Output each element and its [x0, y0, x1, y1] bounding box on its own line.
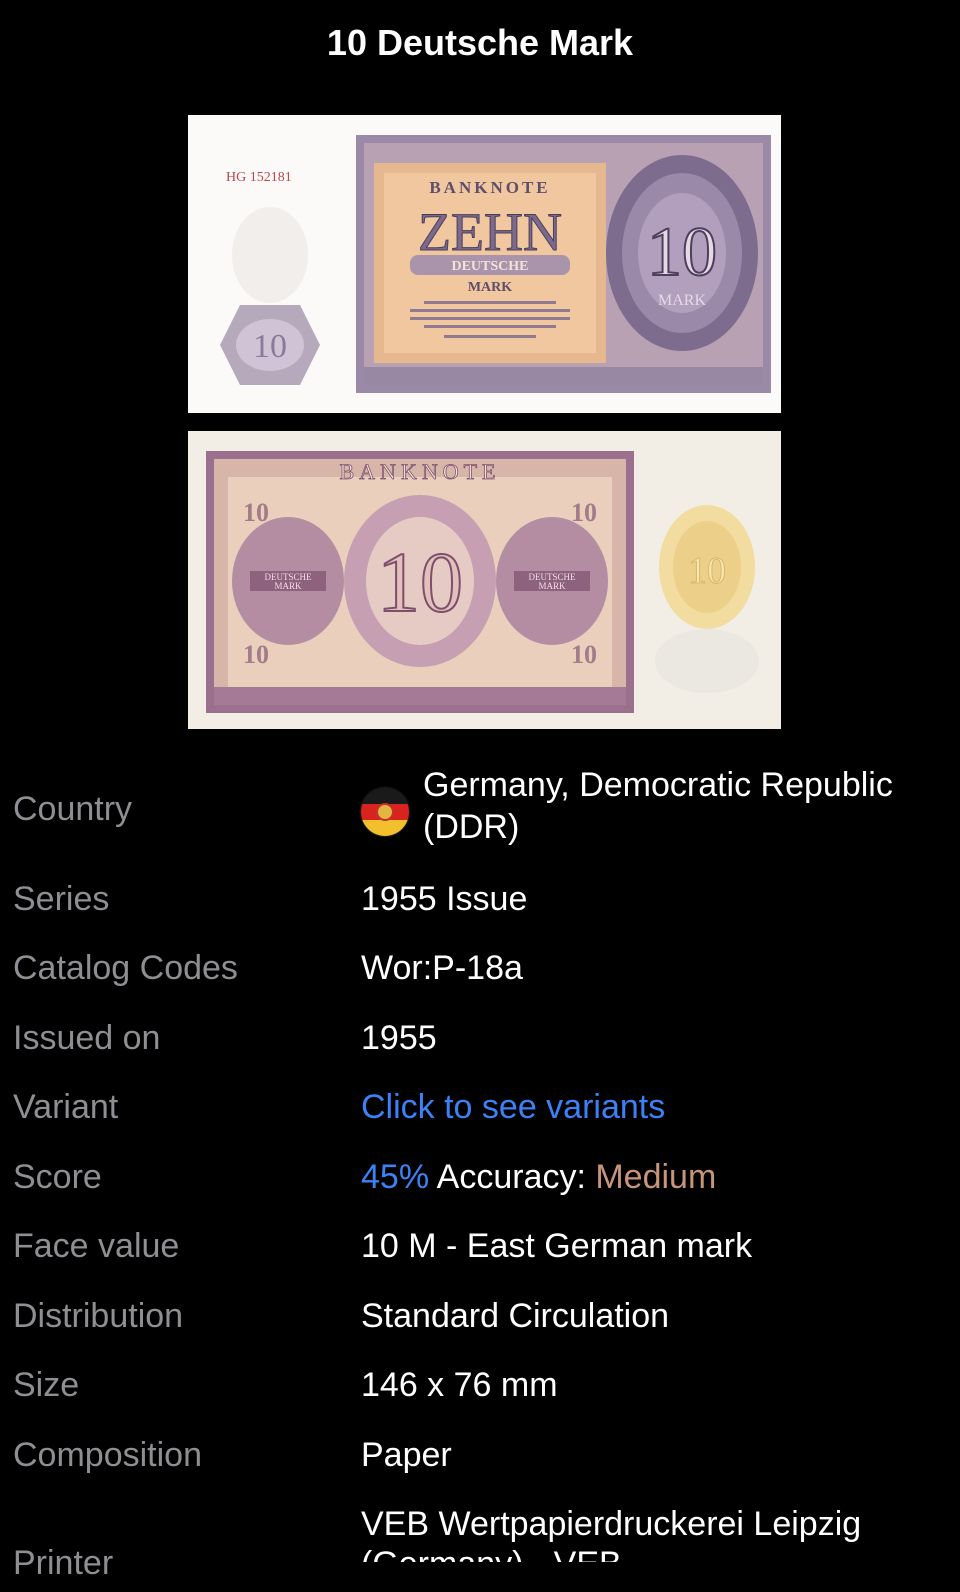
front-serial: HG 152181 [226, 170, 292, 185]
front-numeral: 10 [647, 214, 717, 291]
size-value: 146 x 76 mm [361, 1366, 558, 1404]
small-rosette: 10 [220, 305, 320, 385]
detail-row-printer: Printer VEB Wertpapierdruckerei Leipzig … [0, 1504, 960, 1582]
detail-row-issued-on: Issued on 1955 [0, 1019, 960, 1065]
back-banknote-word: BANKNOTE [340, 459, 501, 484]
score-label: Score [13, 1158, 102, 1196]
detail-row-variant: Variant Click to see variants [0, 1088, 960, 1134]
back-numeral: 10 [377, 534, 463, 630]
accuracy-label: Accuracy: [436, 1158, 586, 1196]
front-small-numeral: 10 [253, 328, 287, 365]
catalog-codes-value: Wor:P-18a [361, 949, 523, 987]
front-numeral-label: MARK [658, 292, 706, 309]
composition-label: Composition [13, 1436, 202, 1474]
series-label: Series [13, 880, 110, 918]
distribution-label: Distribution [13, 1297, 184, 1335]
detail-row-composition: Composition Paper [0, 1436, 960, 1482]
detail-row-catalog-codes: Catalog Codes Wor:P-18a [0, 949, 960, 995]
country-value: Germany, Democratic Republic (DDR) [423, 766, 893, 846]
country-label: Country [13, 790, 133, 828]
back-side-text-right-2: MARK [538, 581, 566, 591]
detail-row-distribution: Distribution Standard Circulation [0, 1297, 960, 1343]
composition-value: Paper [361, 1436, 452, 1474]
detail-row-country: Country Germany, Democratic Republic (DD… [0, 764, 960, 854]
back-side-text-left-2: MARK [274, 581, 302, 591]
score-percent: 45% [361, 1158, 430, 1196]
detail-row-series: Series 1955 Issue [0, 880, 960, 926]
back-watermark-numeral: 10 [688, 550, 726, 592]
distribution-value: Standard Circulation [361, 1297, 670, 1335]
face-value-value: 10 M - East German mark [361, 1227, 753, 1265]
variant-label: Variant [13, 1088, 119, 1126]
banknote-front-image[interactable]: HG 152181 10 BANKNOTE ZEHN DEUTSCHE MARK… [188, 115, 781, 413]
score-value: 45% Accuracy: Medium [361, 1158, 716, 1197]
series-value: 1955 Issue [361, 880, 528, 918]
see-variants-link[interactable]: Click to see variants [361, 1088, 665, 1127]
detail-row-face-value: Face value 10 M - East German mark [0, 1227, 960, 1273]
banknote-back-image[interactable]: BANKNOTE 10 10 10 10 DEUTSCHE MARK DEUTS… [188, 431, 781, 729]
detail-row-score: Score 45% Accuracy: Medium [0, 1158, 960, 1204]
ddr-flag-icon [361, 788, 409, 836]
size-label: Size [13, 1366, 80, 1404]
issued-on-label: Issued on [13, 1019, 161, 1057]
accuracy-value: Medium [595, 1158, 717, 1196]
front-banknote-word: BANKNOTE [429, 178, 550, 197]
printer-value: VEB Wertpapierdruckerei Leipzig (Germany… [361, 1505, 862, 1562]
front-deutsche-word: DEUTSCHE [451, 259, 528, 274]
face-value-label: Face value [13, 1227, 180, 1265]
back-corner-numeral-bl: 10 [243, 640, 269, 669]
printer-label: Printer [13, 1544, 114, 1582]
issued-on-value: 1955 [361, 1019, 437, 1057]
page-title: 10 Deutsche Mark [326, 22, 634, 63]
detail-row-size: Size 146 x 76 mm [0, 1366, 960, 1412]
back-corner-numeral-br: 10 [571, 640, 597, 669]
catalog-codes-label: Catalog Codes [13, 949, 238, 987]
front-mark-word: MARK [468, 280, 512, 295]
front-amount-word: ZEHN [418, 202, 562, 262]
